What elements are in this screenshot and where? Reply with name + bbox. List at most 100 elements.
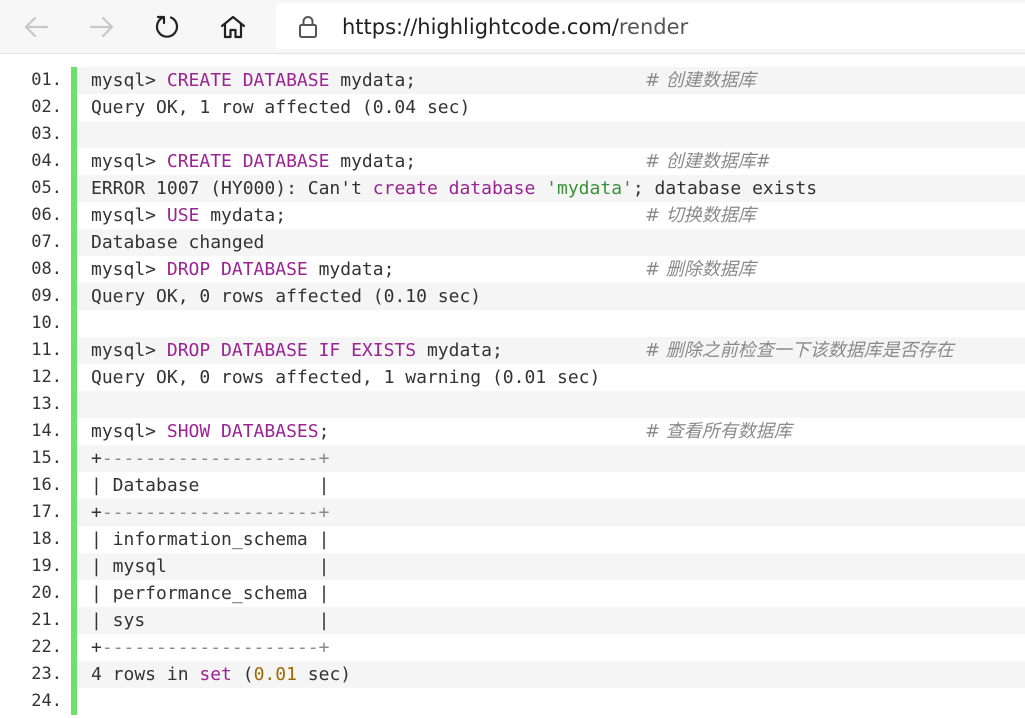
code-text: ERROR 1007 (HY000): Can't create databas… bbox=[91, 175, 817, 202]
code-token: mysql> bbox=[91, 421, 167, 442]
line-number: 07. bbox=[31, 232, 62, 252]
line-number: 18. bbox=[31, 529, 62, 549]
code-token-gray: + bbox=[318, 637, 330, 658]
code-token: ; database exists bbox=[632, 178, 818, 199]
code-token: ( bbox=[231, 664, 254, 685]
home-button[interactable] bbox=[215, 9, 251, 45]
code-text: Query OK, 0 rows affected, 1 warning (0.… bbox=[91, 364, 600, 391]
code-token: | information_schema | bbox=[91, 529, 330, 550]
code-token-keyword: CREATE DATABASE bbox=[166, 151, 330, 172]
line-number: 01. bbox=[31, 70, 62, 90]
code-token: + bbox=[91, 637, 102, 658]
code-line: 22. +--------------------+ bbox=[0, 634, 1025, 661]
code-token-gray: -------------------- bbox=[101, 448, 319, 469]
code-token: | sys | bbox=[91, 610, 330, 631]
browser-toolbar: https://highlightcode.com/render bbox=[0, 0, 1025, 54]
forward-arrow-icon bbox=[89, 16, 114, 38]
code-token-keyword: CREATE DATABASE bbox=[166, 70, 330, 91]
line-number: 03. bbox=[31, 124, 62, 144]
code-token: mysql> bbox=[91, 259, 167, 280]
code-line: 16. | Database | bbox=[0, 472, 1025, 499]
address-bar[interactable]: https://highlightcode.com/render bbox=[276, 3, 1025, 49]
code-text: mysql> SHOW DATABASES; bbox=[91, 418, 329, 445]
line-number: 10. bbox=[31, 313, 62, 333]
code-token: Query OK, 0 rows affected, 1 warning (0.… bbox=[91, 367, 601, 388]
code-comment: # 删除数据库 bbox=[645, 259, 756, 280]
code-token: Query OK, 1 row affected (0.04 sec) bbox=[91, 97, 471, 118]
code-line: 06. mysql> USE mydata; # 切换数据库 bbox=[0, 202, 1025, 229]
code-line: 08. mysql> DROP DATABASE mydata; # 删除数据库 bbox=[0, 256, 1025, 283]
code-token: + bbox=[91, 502, 102, 523]
code-token-keyword: DROP DATABASE IF EXISTS bbox=[166, 340, 417, 361]
code-token-gray: -------------------- bbox=[101, 502, 319, 523]
code-text: +--------------------+ bbox=[91, 445, 329, 472]
code-token: sec) bbox=[296, 664, 352, 685]
line-number: 15. bbox=[31, 448, 62, 468]
code-text: Query OK, 0 rows affected (0.10 sec) bbox=[91, 283, 481, 310]
code-line-background bbox=[77, 688, 1025, 715]
code-line-background bbox=[77, 310, 1025, 337]
code-line: 04. mysql> CREATE DATABASE mydata; # 创建数据库… bbox=[0, 148, 1025, 175]
code-comment: # 删除之前检查一下该数据库是否存在 bbox=[645, 340, 954, 361]
code-comment: # 查看所有数据库 bbox=[645, 421, 792, 442]
code-token: mydata; bbox=[199, 205, 287, 226]
code-token: mydata; bbox=[329, 151, 417, 172]
code-token: mysql> bbox=[91, 70, 167, 91]
back-button[interactable] bbox=[18, 9, 54, 45]
home-icon bbox=[220, 15, 246, 39]
code-text: 4 rows in set (0.01 sec) bbox=[91, 661, 351, 688]
line-number: 12. bbox=[31, 367, 62, 387]
code-token-gray: + bbox=[318, 502, 330, 523]
url-host: https://highlightcode.com/ bbox=[342, 15, 619, 39]
code-line: 11. mysql> DROP DATABASE IF EXISTS mydata… bbox=[0, 337, 1025, 364]
code-token: mysql> bbox=[91, 205, 167, 226]
code-line: 19. | mysql | bbox=[0, 553, 1025, 580]
line-number: 02. bbox=[31, 97, 62, 117]
forward-button[interactable] bbox=[84, 9, 120, 45]
line-number: 19. bbox=[31, 556, 62, 576]
code-line: 12. Query OK, 0 rows affected, 1 warning … bbox=[0, 364, 1025, 391]
url-path: render bbox=[618, 15, 689, 39]
line-number: 14. bbox=[31, 421, 62, 441]
code-line: 21. | sys | bbox=[0, 607, 1025, 634]
code-token: | mysql | bbox=[91, 556, 330, 577]
code-token: mysql> bbox=[91, 151, 167, 172]
code-token: mysql> bbox=[91, 340, 167, 361]
code-line: 20. | performance_schema | bbox=[0, 580, 1025, 607]
code-line: 14. mysql> SHOW DATABASES; # 查看所有数据库 bbox=[0, 418, 1025, 445]
code-line: 23. 4 rows in set (0.01 sec) bbox=[0, 661, 1025, 688]
code-token: + bbox=[91, 448, 102, 469]
code-token-number: 0.01 bbox=[253, 664, 297, 685]
code-token: ; bbox=[318, 421, 330, 442]
refresh-button[interactable] bbox=[149, 9, 185, 45]
code-text: +--------------------+ bbox=[91, 634, 329, 661]
code-token-gray: + bbox=[318, 448, 330, 469]
line-number: 16. bbox=[31, 475, 62, 495]
code-token-keyword: create database bbox=[372, 178, 536, 199]
url-text: https://highlightcode.com/render bbox=[342, 15, 688, 39]
code-line: 09. Query OK, 0 rows affected (0.10 sec) bbox=[0, 283, 1025, 310]
code-line: 24. bbox=[0, 688, 1025, 715]
line-number: 09. bbox=[31, 286, 62, 306]
code-token-keyword: set bbox=[199, 664, 232, 685]
code-line: 17. +--------------------+ bbox=[0, 499, 1025, 526]
code-line: 03. bbox=[0, 121, 1025, 148]
code-line: 02. Query OK, 1 row affected (0.04 sec) bbox=[0, 94, 1025, 121]
line-number: 08. bbox=[31, 259, 62, 279]
code-token: Query OK, 0 rows affected (0.10 sec) bbox=[91, 286, 482, 307]
code-text: mysql> DROP DATABASE IF EXISTS mydata; bbox=[91, 337, 503, 364]
back-arrow-icon bbox=[24, 16, 49, 38]
code-token-keyword: DROP DATABASE bbox=[166, 259, 308, 280]
line-number: 05. bbox=[31, 178, 62, 198]
code-comment: # 创建数据库# bbox=[645, 151, 771, 172]
code-token: mydata; bbox=[329, 70, 417, 91]
line-number: 23. bbox=[31, 664, 62, 684]
code-text: | sys | bbox=[91, 607, 329, 634]
lock-icon bbox=[299, 16, 317, 38]
code-viewer: 01. mysql> CREATE DATABASE mydata; # 创建数据库… bbox=[0, 64, 1025, 718]
code-line: 13. bbox=[0, 391, 1025, 418]
code-line: 10. bbox=[0, 310, 1025, 337]
code-line-background bbox=[77, 391, 1025, 418]
code-token: 4 rows in bbox=[91, 664, 200, 685]
code-text: | information_schema | bbox=[91, 526, 329, 553]
